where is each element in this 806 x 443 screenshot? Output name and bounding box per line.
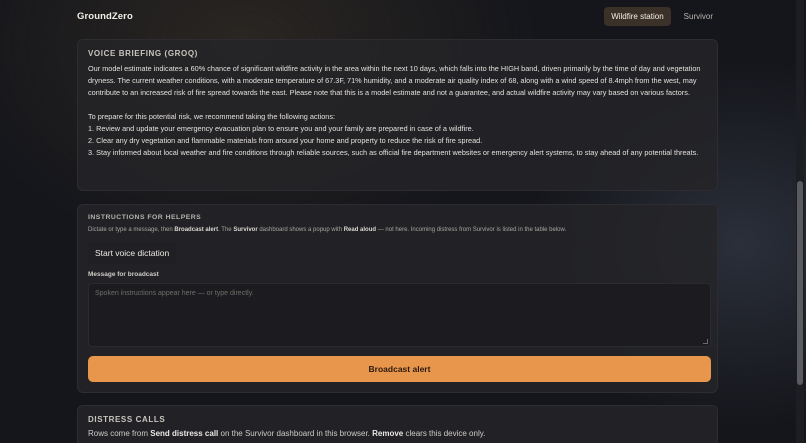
- briefing-action-1: 1. Review and update your emergency evac…: [88, 124, 474, 133]
- distress-calls-card: DISTRESS CALLS Rows come from Send distr…: [77, 405, 718, 443]
- resize-handle-icon[interactable]: [703, 339, 708, 344]
- brand-logo[interactable]: GroundZero: [77, 11, 133, 22]
- page-scrollbar[interactable]: [796, 0, 804, 443]
- briefing-paragraph: Our model estimate indicates a 60% chanc…: [88, 64, 701, 97]
- helpers-title: INSTRUCTIONS FOR HELPERS: [88, 214, 202, 221]
- distress-description: Rows come from Send distress call on the…: [88, 429, 486, 438]
- helpers-card: INSTRUCTIONS FOR HELPERS Dictate or type…: [77, 204, 718, 393]
- briefing-intro: To prepare for this potential risk, we r…: [88, 112, 336, 121]
- voice-briefing-title: VOICE BRIEFING (GROQ): [88, 49, 198, 58]
- broadcast-message-input[interactable]: Spoken instructions appear here — or typ…: [88, 283, 711, 347]
- distress-calls-title: DISTRESS CALLS: [88, 415, 166, 424]
- briefing-action-3: 3. Stay informed about local weather and…: [88, 148, 699, 157]
- tab-survivor[interactable]: Survivor: [677, 7, 720, 26]
- start-voice-dictation-button[interactable]: Start voice dictation: [88, 242, 177, 264]
- voice-briefing-text: Our model estimate indicates a 60% chanc…: [88, 63, 707, 159]
- message-label: Message for broadcast: [88, 271, 159, 278]
- top-navbar: GroundZero Wildfire station Survivor: [0, 0, 796, 33]
- voice-briefing-card: VOICE BRIEFING (GROQ) Our model estimate…: [77, 39, 718, 191]
- nav-tabs: Wildfire station Survivor: [604, 7, 720, 26]
- message-placeholder: Spoken instructions appear here — or typ…: [95, 290, 254, 297]
- tab-wildfire-station[interactable]: Wildfire station: [604, 7, 671, 26]
- scrollbar-thumb[interactable]: [797, 181, 803, 385]
- briefing-action-2: 2. Clear any dry vegetation and flammabl…: [88, 136, 483, 145]
- broadcast-alert-button[interactable]: Broadcast alert: [88, 356, 711, 382]
- helpers-description: Dictate or type a message, then Broadcas…: [88, 227, 567, 233]
